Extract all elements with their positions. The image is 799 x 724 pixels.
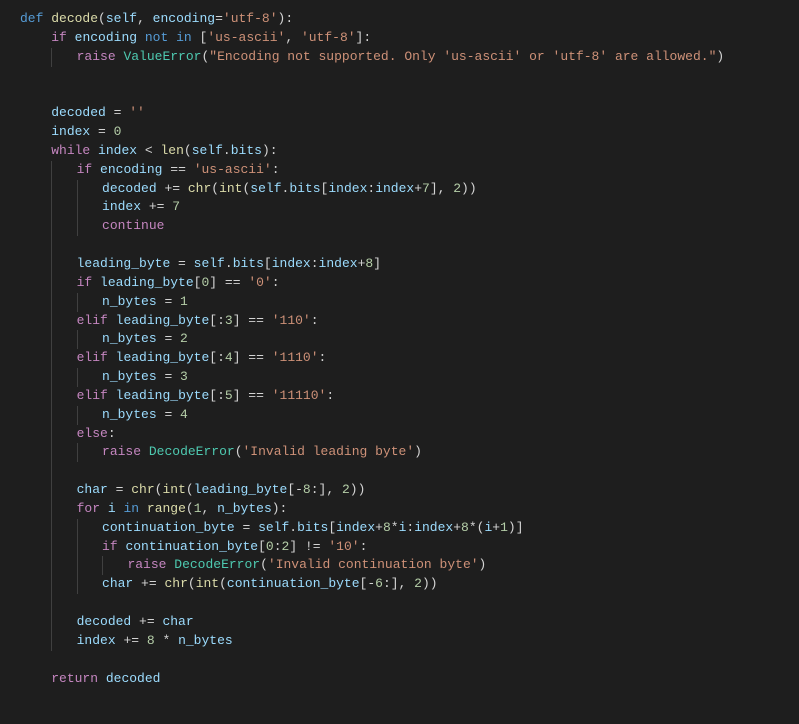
blank-line xyxy=(0,594,799,613)
code-line: raise DecodeError('Invalid continuation … xyxy=(0,556,799,575)
code-line: raise DecodeError('Invalid leading byte'… xyxy=(0,443,799,462)
code-line: n_bytes = 3 xyxy=(0,368,799,387)
code-line: continue xyxy=(0,217,799,236)
code-line: n_bytes = 2 xyxy=(0,330,799,349)
code-line: elif leading_byte[:3] == '110': xyxy=(0,312,799,331)
code-line: continuation_byte = self.bits[index+8*i:… xyxy=(0,519,799,538)
blank-line xyxy=(0,462,799,481)
code-line: leading_byte = self.bits[index:index+8] xyxy=(0,255,799,274)
code-line: char = chr(int(leading_byte[-8:], 2)) xyxy=(0,481,799,500)
blank-line xyxy=(0,67,799,86)
code-line: decoded += char xyxy=(0,613,799,632)
code-editor[interactable]: def decode(self, encoding='utf-8'): if e… xyxy=(0,10,799,688)
blank-line xyxy=(0,651,799,670)
code-line: return decoded xyxy=(0,670,799,689)
code-line: decoded += chr(int(self.bits[index:index… xyxy=(0,180,799,199)
code-line: n_bytes = 1 xyxy=(0,293,799,312)
code-line: else: xyxy=(0,425,799,444)
code-line: if continuation_byte[0:2] != '10': xyxy=(0,538,799,557)
code-line: elif leading_byte[:4] == '1110': xyxy=(0,349,799,368)
code-line: for i in range(1, n_bytes): xyxy=(0,500,799,519)
code-line: index += 7 xyxy=(0,198,799,217)
blank-line xyxy=(0,85,799,104)
code-line: index = 0 xyxy=(0,123,799,142)
code-line: raise ValueError("Encoding not supported… xyxy=(0,48,799,67)
blank-line xyxy=(0,236,799,255)
code-line: if leading_byte[0] == '0': xyxy=(0,274,799,293)
code-line: index += 8 * n_bytes xyxy=(0,632,799,651)
code-line: if encoding == 'us-ascii': xyxy=(0,161,799,180)
code-line: char += chr(int(continuation_byte[-6:], … xyxy=(0,575,799,594)
code-line: n_bytes = 4 xyxy=(0,406,799,425)
code-line: def decode(self, encoding='utf-8'): xyxy=(0,10,799,29)
code-line: while index < len(self.bits): xyxy=(0,142,799,161)
code-line: if encoding not in ['us-ascii', 'utf-8']… xyxy=(0,29,799,48)
code-line: elif leading_byte[:5] == '11110': xyxy=(0,387,799,406)
code-line: decoded = '' xyxy=(0,104,799,123)
